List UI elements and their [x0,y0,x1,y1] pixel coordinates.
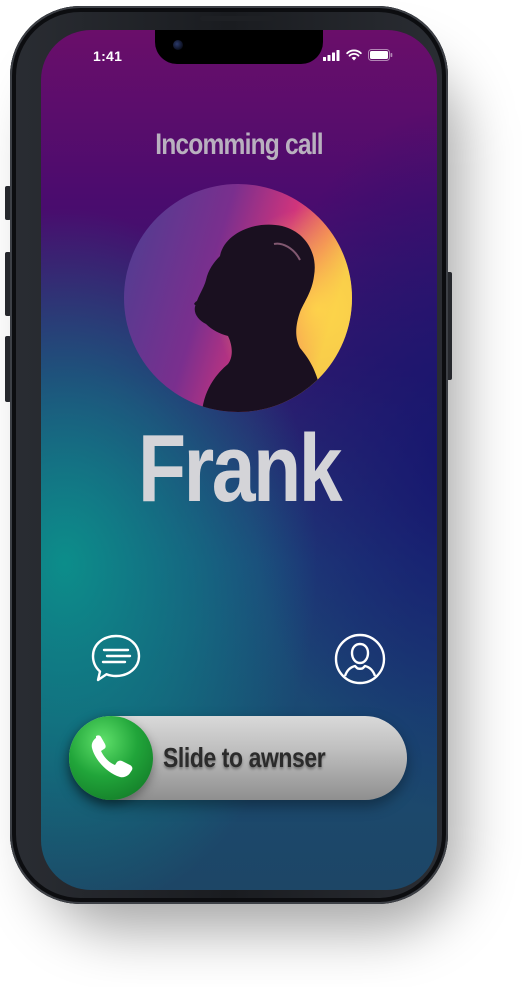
caller-photo [124,184,352,412]
notch [155,30,323,64]
battery-icon [368,49,393,61]
status-time: 1:41 [93,48,123,64]
wifi-icon [346,49,362,61]
phone-frame: 1:41 Incomming call Frank Slide to awnse… [10,6,448,904]
call-screen: 1:41 Incomming call Frank Slide to awnse… [41,30,437,890]
caller-name: Frank [137,415,343,522]
slider-label: Slide to awnser [163,742,326,773]
contact-icon [334,633,386,685]
answer-handle[interactable] [69,716,153,800]
stage: 1:41 Incomming call Frank Slide to awnse… [0,0,524,987]
contact-button[interactable] [333,632,387,686]
signal-icon [323,49,340,61]
message-button[interactable] [89,632,143,686]
message-icon [91,634,141,682]
caller-avatar [124,184,352,412]
status-icons [323,49,393,61]
front-camera [173,40,183,50]
slide-to-answer-slider[interactable]: Slide to awnser [69,716,407,800]
incoming-call-title: Incomming call [155,128,323,161]
phone-icon [91,735,133,778]
earpiece-speaker [200,16,274,21]
